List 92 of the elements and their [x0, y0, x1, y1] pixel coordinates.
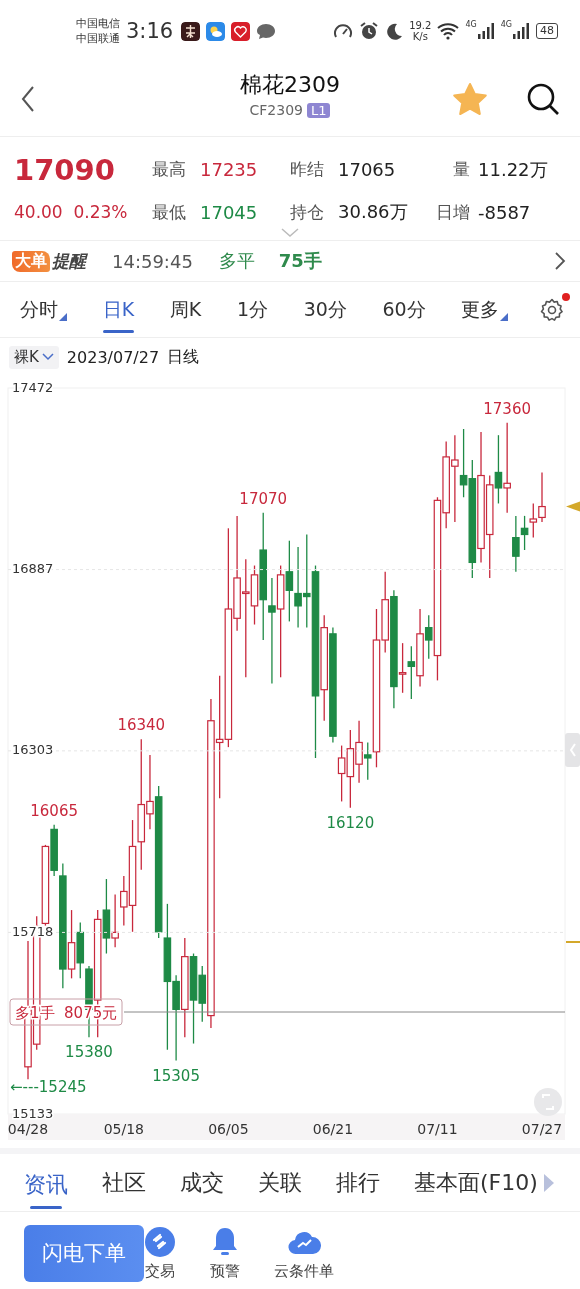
last-price: 17090: [14, 152, 116, 187]
y-axis-label: 16887: [12, 561, 54, 577]
chat-icon: [256, 22, 277, 40]
stat-label: 昨结: [290, 158, 325, 182]
chart-period: 日线: [167, 346, 200, 368]
alert-volume: 75手: [278, 249, 322, 273]
stat-label: 最低: [152, 200, 187, 224]
period-tab[interactable]: 周K: [165, 290, 206, 329]
search-icon[interactable]: [526, 82, 560, 116]
stat-label: 最高: [152, 158, 187, 182]
price-marker-icon: [566, 501, 580, 512]
y-axis-label: 17472: [12, 379, 54, 395]
action-button[interactable]: 云条件单: [274, 1225, 334, 1281]
stat-value: 11.22万: [478, 157, 549, 182]
back-icon[interactable]: [20, 85, 36, 113]
speed-unit: K/s: [412, 31, 428, 42]
alarm-icon: [359, 21, 380, 41]
network-type: 4G: [500, 20, 512, 29]
stat-label: 量: [452, 158, 471, 182]
settings-icon[interactable]: [540, 297, 564, 322]
network-speed: 19.2: [409, 20, 432, 31]
alert-badge: 大单: [12, 250, 50, 272]
low-price-label: 15380: [65, 1043, 113, 1062]
info-tab[interactable]: 基本面(F10): [410, 1163, 542, 1202]
app-icon: [181, 21, 201, 41]
alert-action: 多平: [218, 249, 255, 273]
high-price-label: 17360: [483, 399, 531, 418]
bell-icon: [210, 1225, 240, 1258]
clock: 3:16: [126, 19, 174, 43]
star-icon[interactable]: [452, 82, 488, 116]
gauge-icon: [333, 22, 354, 40]
period-tab[interactable]: 60分: [378, 290, 430, 329]
period-tab[interactable]: 分时: [16, 290, 71, 329]
period-tab[interactable]: 30分: [299, 290, 351, 329]
caret-icon: [41, 353, 54, 361]
carrier-name: 中国联通: [76, 31, 120, 46]
stat-value: -8587: [478, 201, 532, 223]
low-price-label: ←---15245: [10, 1078, 87, 1096]
candlestick: [529, 502, 538, 539]
chevron-right-icon[interactable]: [554, 251, 566, 271]
signal-icon: [512, 22, 530, 40]
info-tab[interactable]: 社区: [98, 1163, 150, 1202]
price-marker-line: [565, 941, 580, 943]
info-tab[interactable]: 关联: [254, 1163, 306, 1202]
alert-time: 14:59:45: [112, 250, 193, 272]
x-axis-label: 06/05: [208, 1121, 249, 1137]
moon-icon: [385, 22, 404, 40]
stat-value: 17045: [200, 201, 259, 223]
x-axis-label: 07/27: [521, 1121, 563, 1137]
quick-order-button[interactable]: 闪电下单: [24, 1224, 144, 1282]
info-tab[interactable]: 资讯: [20, 1165, 72, 1209]
y-axis-label: 16303: [12, 742, 54, 758]
y-axis-label: 15718: [12, 923, 54, 939]
stat-label: 日增: [435, 200, 471, 224]
period-tab[interactable]: 更多: [457, 290, 513, 329]
collapse-tab[interactable]: [565, 733, 580, 767]
carrier-name: 中国电信: [76, 16, 120, 31]
weather-icon: [206, 21, 226, 41]
info-tab[interactable]: 成交: [176, 1163, 228, 1202]
high-price-label: 16340: [117, 716, 166, 735]
network-type: 4G: [465, 20, 477, 29]
high-price-label: 17070: [239, 489, 288, 508]
battery-level: 48: [536, 23, 558, 39]
y-axis-label: 15133: [12, 1105, 54, 1121]
scroll-right-icon[interactable]: [543, 1173, 554, 1192]
instrument-title: 棉花2309: [240, 71, 340, 99]
low-price-label: 16120: [326, 813, 375, 832]
swap-icon: [144, 1225, 176, 1258]
alert-title: 提醒: [52, 249, 86, 273]
expand-icon[interactable]: [281, 228, 299, 238]
candlestick: [76, 921, 85, 979]
price-change: 40.00 0.23%: [14, 202, 129, 223]
info-tab[interactable]: 排行: [332, 1163, 384, 1202]
stat-value: 17235: [200, 159, 259, 181]
chart-date: 2023/07/27: [66, 347, 160, 367]
stat-label: 持仓: [290, 200, 325, 224]
signal-icon: [476, 22, 495, 40]
high-price-label: 16065: [30, 801, 78, 820]
stat-value: 17065: [338, 159, 397, 181]
x-axis-label: 07/11: [417, 1121, 458, 1137]
action-button[interactable]: 交易: [144, 1225, 176, 1281]
action-button[interactable]: 预警: [210, 1225, 240, 1281]
low-price-label: 15305: [152, 1066, 200, 1085]
chart-mode-dropdown[interactable]: 裸K: [9, 345, 59, 369]
x-axis-label: 04/28: [7, 1121, 49, 1137]
instrument-code: CF2309: [249, 102, 303, 118]
level-badge: L1: [306, 102, 331, 118]
wifi-icon: [437, 22, 460, 40]
period-tab[interactable]: 1分: [232, 290, 272, 329]
stat-value: 30.86万: [338, 200, 409, 225]
x-axis-label: 05/18: [103, 1121, 144, 1137]
x-axis-label: 06/21: [312, 1121, 354, 1137]
